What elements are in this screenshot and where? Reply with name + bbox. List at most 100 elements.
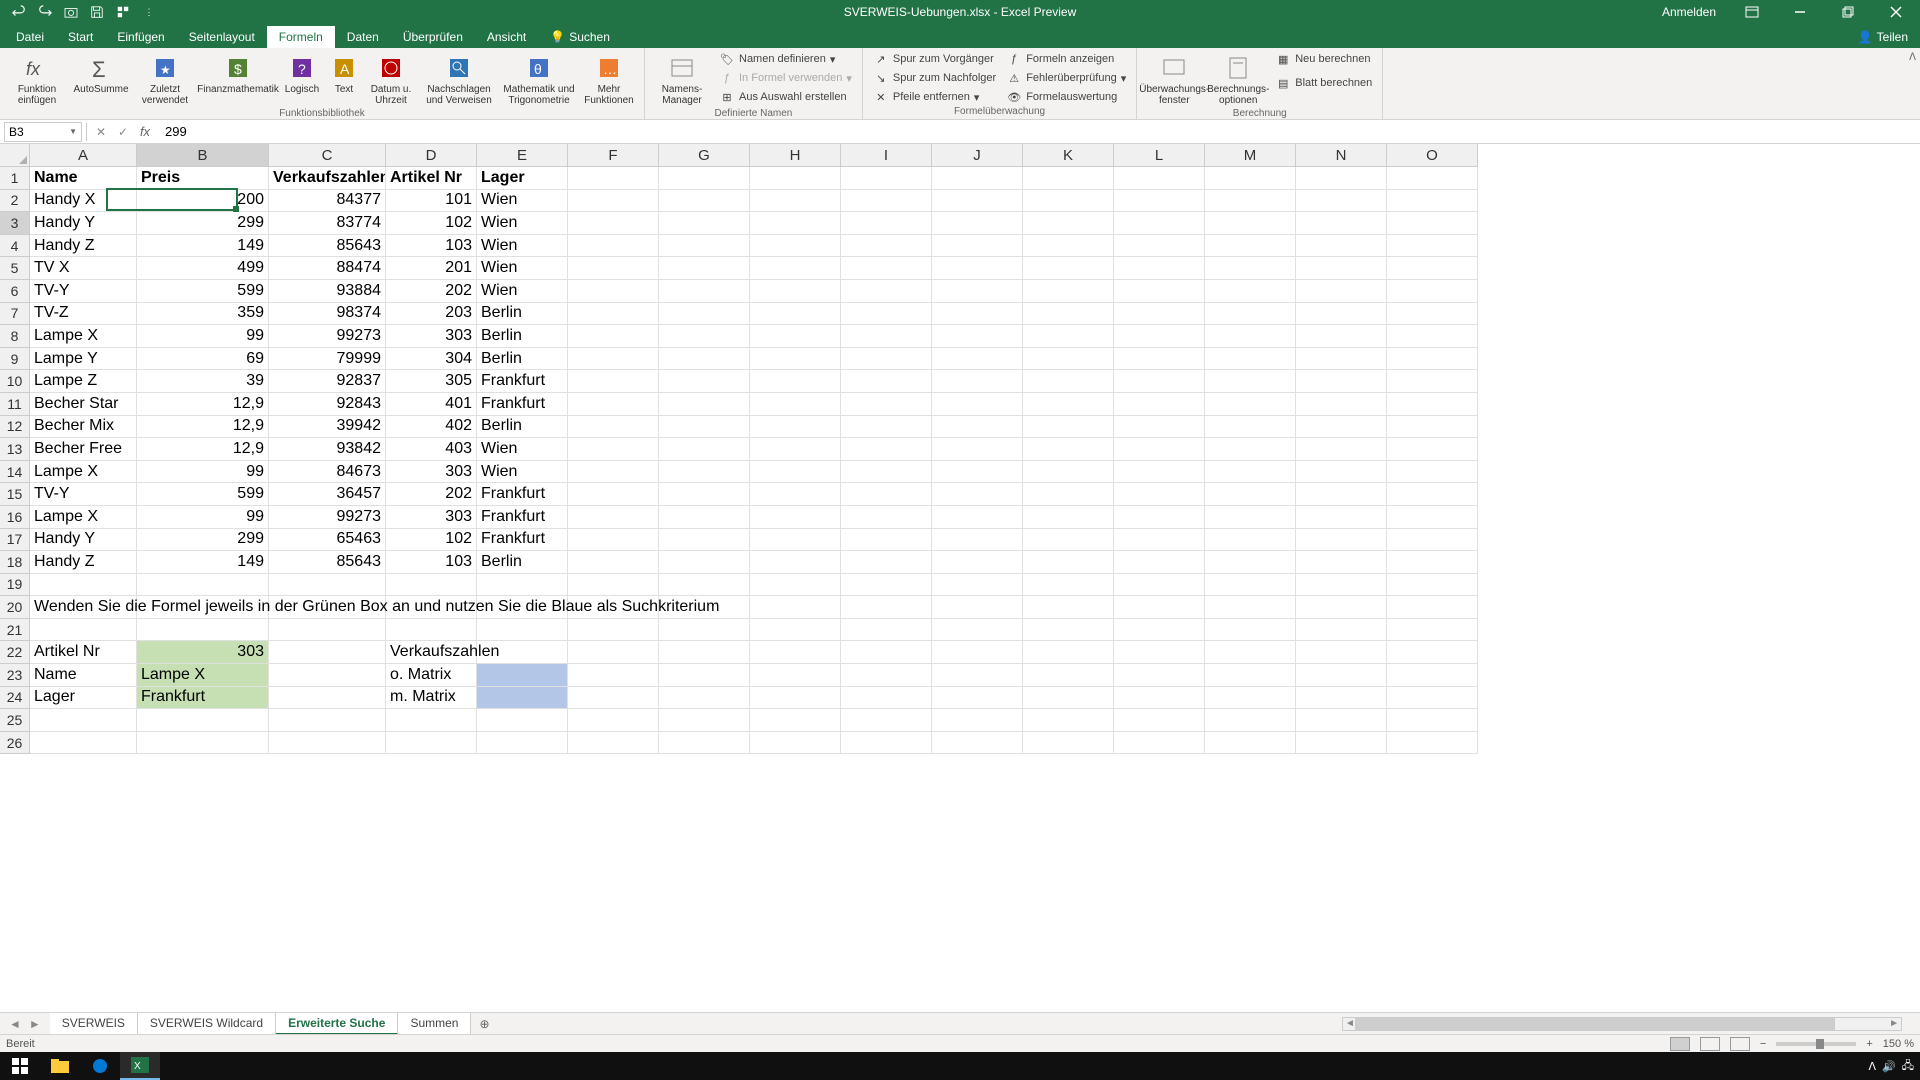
cell[interactable]: Lager bbox=[30, 687, 137, 710]
cell[interactable]: 303 bbox=[137, 641, 269, 664]
cell[interactable] bbox=[750, 551, 841, 574]
cell[interactable] bbox=[1387, 709, 1478, 732]
cell[interactable] bbox=[1114, 438, 1205, 461]
cell[interactable] bbox=[1023, 438, 1114, 461]
cell[interactable]: Berlin bbox=[477, 325, 568, 348]
cell[interactable] bbox=[568, 393, 659, 416]
row-header-3[interactable]: 3 bbox=[0, 212, 30, 235]
cell[interactable] bbox=[1023, 483, 1114, 506]
cell[interactable] bbox=[1205, 370, 1296, 393]
cell[interactable] bbox=[1023, 461, 1114, 484]
cell[interactable] bbox=[659, 687, 750, 710]
cell[interactable] bbox=[568, 438, 659, 461]
cell[interactable]: Berlin bbox=[477, 416, 568, 439]
cell[interactable] bbox=[932, 280, 1023, 303]
cell[interactable]: 39942 bbox=[269, 416, 386, 439]
cell[interactable] bbox=[932, 438, 1023, 461]
formula-input[interactable]: 299 bbox=[159, 124, 1920, 139]
cell[interactable] bbox=[1296, 641, 1387, 664]
trace-dependents-button[interactable]: ↘Spur zum Nachfolger bbox=[869, 69, 1000, 87]
cell[interactable] bbox=[750, 370, 841, 393]
cell[interactable]: 12,9 bbox=[137, 438, 269, 461]
select-all-corner[interactable] bbox=[0, 144, 30, 167]
cell[interactable]: Name bbox=[30, 664, 137, 687]
cell[interactable] bbox=[386, 619, 477, 642]
tell-me-search[interactable]: 💡Suchen bbox=[538, 26, 622, 48]
column-header-E[interactable]: E bbox=[477, 144, 568, 167]
tab-formeln[interactable]: Formeln bbox=[267, 26, 335, 48]
cell[interactable] bbox=[659, 190, 750, 213]
cell[interactable] bbox=[932, 641, 1023, 664]
cell[interactable] bbox=[1296, 574, 1387, 597]
cell[interactable] bbox=[1114, 235, 1205, 258]
cell[interactable] bbox=[1023, 190, 1114, 213]
sign-in-button[interactable]: Anmelden bbox=[1654, 5, 1724, 19]
enter-formula-button[interactable]: ✓ bbox=[113, 122, 133, 142]
create-from-selection-button[interactable]: ⊞Aus Auswahl erstellen bbox=[715, 88, 856, 106]
cell[interactable] bbox=[568, 483, 659, 506]
column-header-F[interactable]: F bbox=[568, 144, 659, 167]
cell[interactable] bbox=[568, 416, 659, 439]
row-header-9[interactable]: 9 bbox=[0, 348, 30, 371]
cell[interactable]: 102 bbox=[386, 529, 477, 552]
cell[interactable] bbox=[269, 619, 386, 642]
cell[interactable] bbox=[1205, 664, 1296, 687]
cell[interactable] bbox=[932, 461, 1023, 484]
cell[interactable] bbox=[1387, 664, 1478, 687]
cell[interactable] bbox=[841, 212, 932, 235]
cell[interactable] bbox=[1114, 483, 1205, 506]
cell[interactable] bbox=[1387, 212, 1478, 235]
cell[interactable] bbox=[137, 574, 269, 597]
cell[interactable] bbox=[568, 709, 659, 732]
cell[interactable]: 102 bbox=[386, 212, 477, 235]
cell[interactable] bbox=[841, 280, 932, 303]
row-header-17[interactable]: 17 bbox=[0, 529, 30, 552]
cell[interactable] bbox=[1023, 574, 1114, 597]
cell[interactable] bbox=[137, 709, 269, 732]
tab-einfuegen[interactable]: Einfügen bbox=[105, 26, 176, 48]
row-header-4[interactable]: 4 bbox=[0, 235, 30, 258]
page-break-view-button[interactable] bbox=[1730, 1037, 1750, 1051]
cell[interactable] bbox=[1387, 235, 1478, 258]
qat-icon[interactable] bbox=[112, 2, 134, 22]
cell[interactable]: 149 bbox=[137, 551, 269, 574]
cell[interactable] bbox=[1023, 529, 1114, 552]
cell[interactable]: 599 bbox=[137, 280, 269, 303]
file-explorer-button[interactable] bbox=[40, 1052, 80, 1080]
cell[interactable] bbox=[1023, 167, 1114, 190]
cell[interactable] bbox=[1296, 190, 1387, 213]
cell[interactable] bbox=[1296, 709, 1387, 732]
cell[interactable] bbox=[1387, 596, 1478, 619]
cell[interactable]: Frankfurt bbox=[477, 529, 568, 552]
cell[interactable] bbox=[841, 596, 932, 619]
cell[interactable]: Becher Star bbox=[30, 393, 137, 416]
cell[interactable] bbox=[1023, 551, 1114, 574]
horizontal-scrollbar[interactable]: ◄► bbox=[1342, 1017, 1902, 1031]
cell[interactable] bbox=[568, 529, 659, 552]
cell[interactable] bbox=[750, 257, 841, 280]
row-header-10[interactable]: 10 bbox=[0, 370, 30, 393]
cell[interactable] bbox=[30, 619, 137, 642]
evaluate-formula-button[interactable]: 👁Formelauswertung bbox=[1002, 88, 1130, 106]
cell[interactable] bbox=[750, 212, 841, 235]
tray-network-icon[interactable]: 🖧 bbox=[1902, 1057, 1914, 1076]
cell[interactable] bbox=[659, 257, 750, 280]
cell[interactable] bbox=[1387, 416, 1478, 439]
cell[interactable] bbox=[568, 257, 659, 280]
cell[interactable] bbox=[568, 619, 659, 642]
column-header-H[interactable]: H bbox=[750, 144, 841, 167]
save-button[interactable] bbox=[86, 2, 108, 22]
cell[interactable] bbox=[1205, 235, 1296, 258]
cell[interactable]: 92837 bbox=[269, 370, 386, 393]
cell[interactable]: Wien bbox=[477, 438, 568, 461]
cell[interactable] bbox=[1023, 348, 1114, 371]
cell[interactable] bbox=[1205, 212, 1296, 235]
cell[interactable] bbox=[1296, 370, 1387, 393]
cell[interactable] bbox=[1296, 438, 1387, 461]
cell[interactable]: 149 bbox=[137, 235, 269, 258]
cell[interactable]: 200 bbox=[137, 190, 269, 213]
cell[interactable] bbox=[750, 687, 841, 710]
row-header-2[interactable]: 2 bbox=[0, 190, 30, 213]
cell[interactable] bbox=[841, 348, 932, 371]
cell[interactable] bbox=[841, 664, 932, 687]
